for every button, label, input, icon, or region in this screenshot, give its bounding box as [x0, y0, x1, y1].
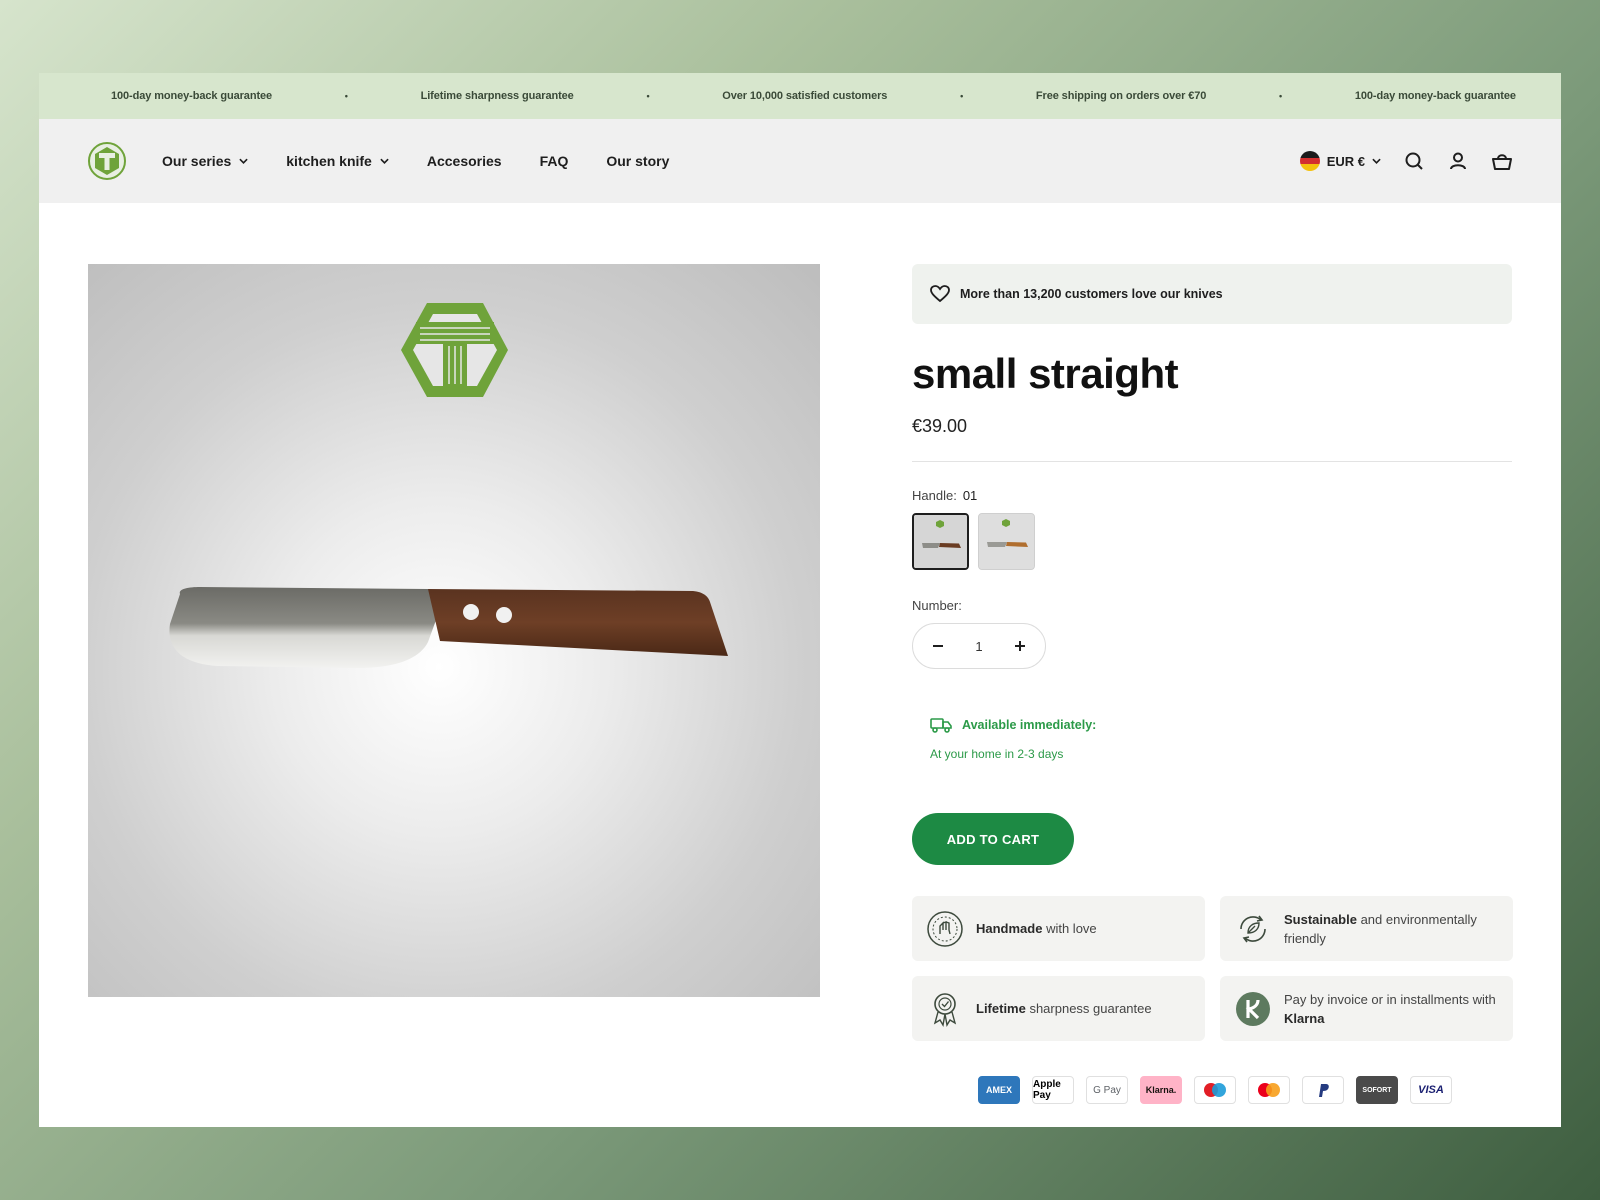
availability-row: Available immediately: — [930, 717, 1512, 733]
feature-bold: Klarna — [1284, 1010, 1325, 1026]
minus-icon — [932, 645, 943, 647]
social-proof-text: More than 13,200 customers love our kniv… — [960, 287, 1223, 301]
chevron-down-icon — [1372, 158, 1381, 164]
feature-rest: sharpness guarantee — [1025, 1001, 1152, 1016]
main-nav: Our series kitchen knife Accesories FAQ … — [162, 153, 669, 169]
product-price: €39.00 — [912, 416, 968, 436]
paypal-icon — [1302, 1076, 1344, 1104]
announcement-item: 100-day money-back guarantee — [111, 90, 273, 102]
brand-logo-icon[interactable] — [87, 141, 127, 181]
nav-label: Our story — [606, 153, 670, 169]
feature-text: Lifetime sharpness guarantee — [976, 999, 1152, 1018]
plus-icon — [1015, 641, 1026, 651]
announcement-item: Lifetime sharpness guarantee — [420, 90, 574, 102]
announcement-item: Free shipping on orders over €70 — [1035, 90, 1207, 102]
separator-dot: • — [960, 91, 964, 101]
separator-dot: • — [344, 91, 348, 101]
handle-value: 01 — [962, 488, 978, 503]
chevron-down-icon — [239, 158, 248, 164]
delivery-truck-icon — [930, 718, 952, 733]
sofort-icon: SOFORT — [1356, 1076, 1398, 1104]
feature-handmade: Handmade with love — [912, 896, 1205, 961]
knife-illustration-icon — [169, 587, 728, 668]
quantity-stepper: 1 — [912, 623, 1046, 669]
product-section: More than 13,200 customers love our kniv… — [39, 203, 1561, 1127]
add-to-cart-button[interactable]: ADD TO CART — [912, 813, 1074, 865]
availability-title: Available immediately: — [962, 718, 1097, 732]
divider — [912, 461, 1512, 462]
nav-label: FAQ — [539, 153, 569, 169]
decrease-quantity-button[interactable] — [926, 634, 950, 658]
quantity-label: Number: — [912, 598, 962, 613]
announcement-item: 100-day money-back guarantee — [1354, 90, 1516, 102]
amex-icon: AMEX — [978, 1076, 1020, 1104]
header-actions: EUR € — [1299, 150, 1513, 172]
nav-label: Our series — [162, 153, 232, 169]
product-title: small straight — [912, 350, 1179, 397]
currency-label: EUR € — [1326, 153, 1365, 169]
feature-bold: Lifetime — [976, 1001, 1026, 1016]
search-icon[interactable] — [1403, 150, 1425, 172]
klarna-pay-icon: Klarna. — [1140, 1076, 1182, 1104]
nav-our-series[interactable]: Our series — [162, 153, 248, 169]
handmade-icon — [926, 910, 964, 948]
feature-bold: Sustainable — [1284, 911, 1357, 927]
feature-text: Sustainable and environmentally friendly — [1284, 910, 1499, 948]
handle-swatch-02[interactable] — [978, 513, 1035, 570]
feature-text: Handmade with love — [976, 919, 1097, 938]
nav-our-story[interactable]: Our story — [606, 153, 669, 169]
separator-dot: • — [646, 91, 650, 101]
social-proof-banner: More than 13,200 customers love our kniv… — [912, 264, 1512, 324]
announcement-bar: 100-day money-back guarantee • Lifetime … — [39, 73, 1561, 119]
product-info: More than 13,200 customers love our kniv… — [912, 264, 1513, 1104]
handle-swatches — [912, 513, 1512, 570]
quantity-value[interactable]: 1 — [975, 639, 982, 654]
product-image[interactable] — [88, 264, 820, 997]
feature-rest: with love — [1042, 921, 1097, 936]
heart-icon — [930, 285, 950, 303]
nav-kitchen-knife[interactable]: kitchen knife — [286, 153, 389, 169]
site-header: Our series kitchen knife Accesories FAQ … — [39, 119, 1561, 203]
klarna-icon — [1234, 990, 1272, 1028]
chevron-down-icon — [380, 158, 389, 164]
availability-info: Available immediately: At your home in 2… — [912, 717, 1512, 761]
nav-faq[interactable]: FAQ — [540, 153, 569, 169]
feature-klarna: Pay by invoice or in installments with K… — [1220, 976, 1513, 1041]
browser-page: 100-day money-back guarantee • Lifetime … — [39, 73, 1561, 1127]
feature-sustainable: Sustainable and environmentally friendly — [1220, 896, 1513, 961]
apple-pay-icon: Apple Pay — [1032, 1076, 1074, 1104]
availability-subtitle: At your home in 2-3 days — [930, 747, 1064, 761]
germany-flag-icon — [1299, 151, 1320, 171]
cart-icon[interactable] — [1491, 150, 1513, 172]
visa-icon: VISA — [1410, 1076, 1452, 1104]
brand-emblem-icon — [401, 303, 508, 397]
feature-bold: Handmade — [976, 921, 1043, 936]
feature-prefix: Pay by invoice or in installments with — [1284, 991, 1496, 1007]
google-pay-icon: G Pay — [1086, 1076, 1128, 1104]
sustainable-icon — [1234, 910, 1272, 948]
maestro-icon — [1194, 1076, 1236, 1104]
mastercard-icon — [1248, 1076, 1290, 1104]
handle-swatch-01[interactable] — [912, 513, 969, 570]
feature-text: Pay by invoice or in installments with K… — [1284, 990, 1499, 1028]
handle-option-label: Handle: 01 — [912, 488, 1512, 503]
feature-lifetime: Lifetime sharpness guarantee — [912, 976, 1205, 1041]
increase-quantity-button[interactable] — [1008, 634, 1032, 658]
announcement-item: Over 10,000 satisfied customers — [722, 90, 888, 102]
handle-label: Handle: — [912, 488, 957, 503]
nav-accesories[interactable]: Accesories — [427, 153, 502, 169]
feature-grid: Handmade with love Sustainable and envir… — [912, 896, 1513, 1041]
nav-label: kitchen knife — [286, 153, 372, 169]
separator-dot: • — [1279, 91, 1283, 101]
payment-methods: AMEX Apple Pay G Pay Klarna. SOFORT VISA — [912, 1076, 1512, 1104]
currency-selector[interactable]: EUR € — [1299, 151, 1381, 171]
account-icon[interactable] — [1447, 150, 1469, 172]
nav-label: Accesories — [426, 153, 502, 169]
award-icon — [926, 990, 964, 1028]
